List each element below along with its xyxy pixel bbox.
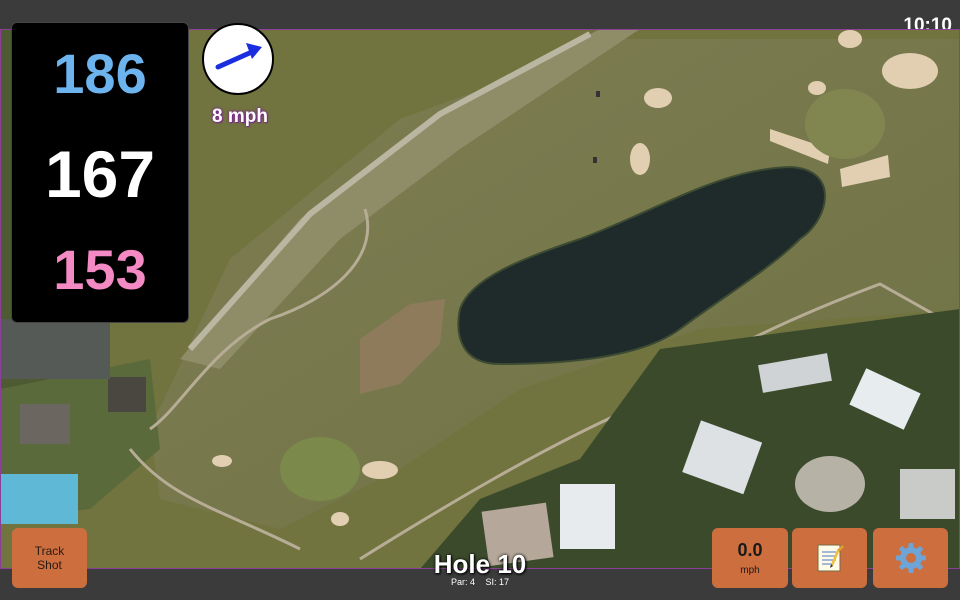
gear-icon: [895, 543, 926, 573]
track-shot-label-line2: Shot: [37, 558, 62, 572]
settings-button[interactable]: [873, 528, 948, 588]
track-shot-button[interactable]: Track Shot: [12, 528, 87, 588]
speed-unit: mph: [740, 565, 760, 576]
hole-info: Par: 4 SI: 17: [380, 577, 580, 587]
track-shot-label-line1: Track: [34, 544, 65, 558]
yardage-panel: 186 167 153: [11, 22, 189, 323]
speed-value: 0.0: [737, 540, 763, 560]
hole-par: Par: 4: [450, 577, 475, 587]
front-yardage: 153: [53, 238, 147, 301]
wind-indicator: [202, 23, 274, 95]
hole-title: Hole 10: [433, 549, 527, 579]
notes-button[interactable]: [792, 528, 867, 588]
back-yardage: 186: [53, 42, 147, 105]
hole-stroke-index: SI: 17: [485, 577, 510, 587]
wind-speed: 8 mph: [212, 106, 268, 127]
middle-yardage: 167: [44, 137, 156, 211]
speed-button[interactable]: 0.0 mph: [712, 528, 788, 588]
notepad-icon: [817, 544, 844, 572]
wind-arrow-icon: [215, 43, 262, 70]
